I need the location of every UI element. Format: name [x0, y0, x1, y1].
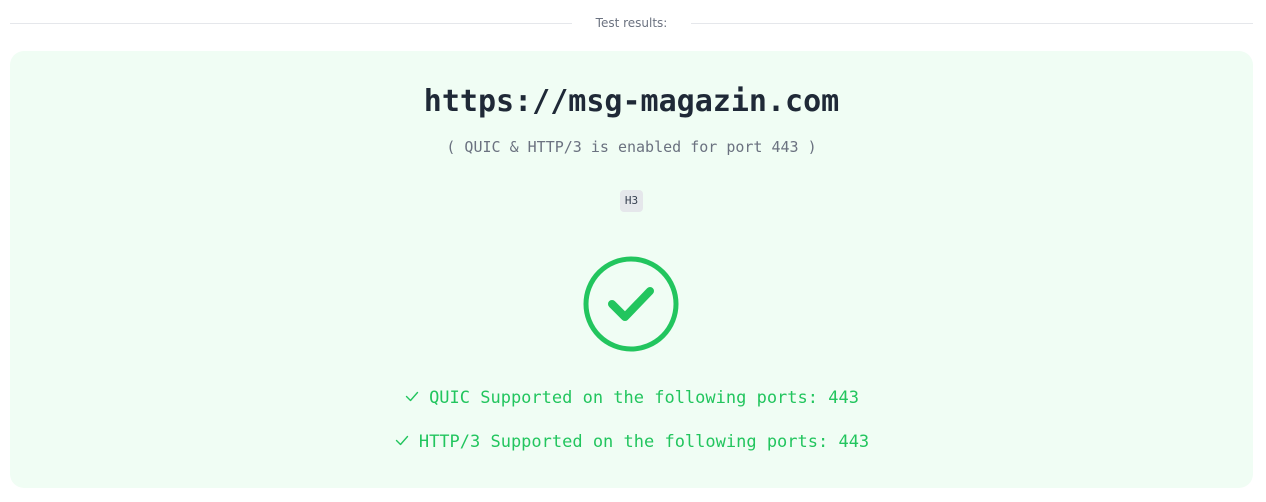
check-circle-icon	[583, 256, 679, 352]
divider-line-right	[691, 22, 1254, 24]
divider-line-left	[10, 22, 572, 24]
section-divider: Test results:	[10, 10, 1254, 36]
quic-support-text: QUIC Supported on the following ports: 4…	[429, 388, 859, 408]
quic-support-line: QUIC Supported on the following ports: 4…	[10, 386, 1253, 410]
check-icon	[405, 391, 419, 402]
result-card: https://msg-magazin.com ( QUIC & HTTP/3 …	[10, 51, 1253, 488]
protocol-badge: H3	[619, 190, 644, 212]
check-icon	[395, 435, 409, 446]
status-note: ( QUIC & HTTP/3 is enabled for port 443 …	[446, 138, 817, 156]
http3-support-text: HTTP/3 Supported on the following ports:…	[418, 432, 870, 452]
tested-url: https://msg-magazin.com	[423, 84, 840, 119]
http3-support-line: HTTP/3 Supported on the following ports:…	[10, 430, 1253, 454]
section-label: Test results:	[595, 16, 668, 30]
